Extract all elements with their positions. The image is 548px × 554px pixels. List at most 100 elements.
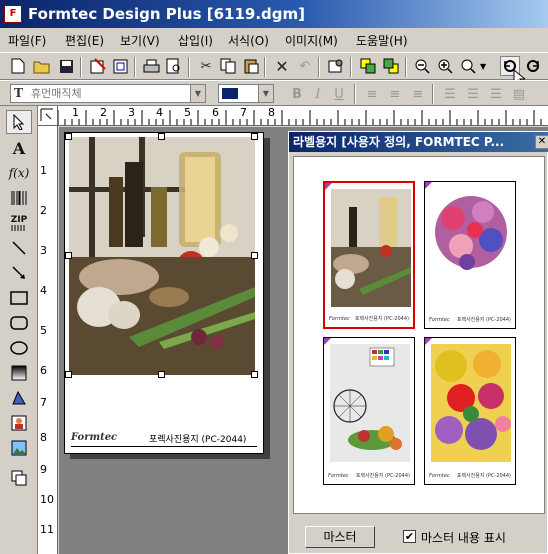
image-tool-icon[interactable] bbox=[6, 411, 32, 435]
show-master-checkbox[interactable]: ✔ bbox=[403, 530, 416, 543]
ruler-number: 8 bbox=[268, 106, 275, 119]
label-thumbnail-1[interactable]: Formtec 포렉사진용지 (PC-2044) bbox=[323, 181, 415, 329]
settings-icon[interactable] bbox=[326, 56, 346, 76]
chevron-down-icon[interactable]: ▼ bbox=[258, 85, 273, 102]
menu-help[interactable]: 도움말(H) bbox=[356, 32, 408, 49]
resize-handle[interactable] bbox=[251, 252, 258, 259]
valign-icon[interactable]: ▤ bbox=[509, 84, 529, 104]
resize-handle[interactable] bbox=[65, 371, 72, 378]
thumbnail-image bbox=[431, 188, 511, 306]
delete-icon[interactable]: ✕ bbox=[272, 56, 292, 76]
zoom-dropdown-arrow-icon[interactable]: ▼ bbox=[480, 62, 486, 71]
resize-handle[interactable] bbox=[158, 371, 165, 378]
clear-icon[interactable] bbox=[88, 56, 108, 76]
truetype-font-icon: T bbox=[14, 86, 23, 100]
align-middle-icon[interactable]: ☰ bbox=[463, 84, 483, 104]
arrow-tool-icon[interactable] bbox=[6, 261, 32, 285]
resize-handle[interactable] bbox=[251, 133, 258, 140]
thumb-caption-left: Formtec bbox=[429, 317, 450, 323]
ruler-number: 9 bbox=[40, 463, 47, 476]
align-right-icon[interactable]: ≡ bbox=[408, 84, 428, 104]
formula-tool-icon[interactable]: f(x) bbox=[6, 161, 32, 185]
line-tool-icon[interactable] bbox=[6, 236, 32, 260]
zoom-out-icon[interactable] bbox=[412, 56, 432, 76]
label-paper-panel: 라벨용지 [사용자 정의, FORMTEC P... ✕ Formtec 포렉사… bbox=[288, 131, 548, 554]
resize-handle[interactable] bbox=[251, 371, 258, 378]
ruler-number: 3 bbox=[40, 244, 47, 257]
group-icon[interactable] bbox=[358, 56, 378, 76]
text-tool-icon[interactable]: A bbox=[6, 136, 32, 160]
bold-icon[interactable]: B bbox=[287, 84, 307, 104]
resize-handle[interactable] bbox=[158, 133, 165, 140]
align-bottom-icon[interactable]: ☰ bbox=[486, 84, 506, 104]
zoom-in-icon[interactable] bbox=[435, 56, 455, 76]
product-title[interactable]: 포렉사진용지 (PC-2044) bbox=[149, 432, 246, 445]
select-arrow-icon[interactable] bbox=[6, 110, 32, 134]
label-thumbnail-4[interactable]: Formtec 포렉사진용지 (PC-2044) bbox=[424, 337, 516, 485]
zoom-select-icon[interactable] bbox=[458, 56, 478, 76]
page-shadow bbox=[70, 454, 270, 459]
underline-icon[interactable]: U bbox=[329, 84, 349, 104]
format-toolbar: T 휴먼매직체 ▼ ▼ B I U ≡ ≡ ≡ ☰ ☰ ☰ ▤ bbox=[0, 80, 548, 106]
align-top-icon[interactable]: ☰ bbox=[440, 84, 460, 104]
font-size-select[interactable]: ▼ bbox=[218, 84, 274, 103]
horizontal-ruler: 1 2 3 4 5 6 7 8 bbox=[38, 106, 548, 126]
chevron-down-icon[interactable]: ▼ bbox=[190, 85, 205, 102]
undo-icon[interactable]: ↶ bbox=[295, 56, 315, 76]
thumbnail-image bbox=[331, 189, 411, 307]
ungroup-icon[interactable] bbox=[381, 56, 401, 76]
label-thumbnail-3[interactable]: Formtec 포렉사진용지 (PC-2044) bbox=[323, 337, 415, 485]
panel-title[interactable]: 라벨용지 [사용자 정의, FORMTEC P... bbox=[289, 132, 548, 152]
print-icon[interactable] bbox=[141, 56, 161, 76]
ruler-number: 1 bbox=[40, 164, 47, 177]
rectangle-tool-icon[interactable] bbox=[6, 286, 32, 310]
ruler-number: 8 bbox=[40, 431, 47, 444]
zip-tool-icon[interactable]: ZIP bbox=[6, 211, 32, 235]
label-thumbnail-2[interactable]: Formtec 포렉사진용지 (PC-2044) bbox=[424, 181, 516, 329]
cut-icon[interactable]: ✂ bbox=[196, 56, 216, 76]
layers-tool-icon[interactable] bbox=[6, 466, 32, 490]
menu-edit[interactable]: 편집(E) bbox=[65, 32, 104, 49]
menu-image[interactable]: 이미지(M) bbox=[285, 32, 338, 49]
ellipse-tool-icon[interactable] bbox=[6, 336, 32, 360]
thumb-caption-left: Formtec bbox=[429, 473, 450, 479]
save-icon[interactable] bbox=[56, 56, 76, 76]
vertical-ruler: 1 2 3 4 5 6 7 8 9 10 11 bbox=[38, 126, 58, 554]
paste-icon[interactable] bbox=[241, 56, 261, 76]
menu-view[interactable]: 보기(V) bbox=[120, 32, 160, 49]
ruler-number: 3 bbox=[128, 106, 135, 119]
thumb-caption-left: Formtec bbox=[329, 316, 350, 322]
resize-handle[interactable] bbox=[65, 252, 72, 259]
font-name-select[interactable]: T 휴먼매직체 ▼ bbox=[10, 84, 206, 103]
menu-insert[interactable]: 삽입(I) bbox=[178, 32, 213, 49]
open-icon[interactable] bbox=[32, 56, 52, 76]
formtec-app-icon[interactable]: F bbox=[4, 5, 22, 23]
menu-format[interactable]: 서식(O) bbox=[228, 32, 269, 49]
align-left-icon[interactable]: ≡ bbox=[362, 84, 382, 104]
ruler-number: 5 bbox=[184, 106, 191, 119]
shape-tool-icon[interactable] bbox=[6, 386, 32, 410]
window-title: Formtec Design Plus [6119.dgm] bbox=[28, 5, 305, 23]
master-button[interactable]: 마스터 bbox=[305, 526, 375, 548]
thumbnail-image bbox=[330, 344, 410, 462]
close-icon[interactable]: ✕ bbox=[535, 135, 548, 149]
align-center-icon[interactable]: ≡ bbox=[385, 84, 405, 104]
ruler-number: 7 bbox=[240, 106, 247, 119]
italic-icon[interactable]: I bbox=[308, 84, 328, 104]
still-life-photo[interactable] bbox=[69, 137, 255, 375]
font-size-selection bbox=[222, 88, 238, 99]
properties-icon[interactable] bbox=[110, 56, 130, 76]
new-icon[interactable] bbox=[8, 56, 28, 76]
ruler-number: 7 bbox=[40, 396, 47, 409]
gradient-tool-icon[interactable] bbox=[6, 361, 32, 385]
copy-icon[interactable] bbox=[218, 56, 238, 76]
rotate-right-icon[interactable] bbox=[523, 56, 543, 76]
picture-tool-icon[interactable] bbox=[6, 436, 32, 460]
resize-handle[interactable] bbox=[65, 133, 72, 140]
menu-file[interactable]: 파일(F) bbox=[8, 32, 46, 49]
ruler-number: 4 bbox=[40, 284, 47, 297]
show-master-checkbox-label[interactable]: 마스터 내용 표시 bbox=[421, 529, 506, 546]
rounded-rect-tool-icon[interactable] bbox=[6, 311, 32, 335]
print-preview-icon[interactable] bbox=[164, 56, 184, 76]
barcode-tool-icon[interactable] bbox=[6, 186, 32, 210]
